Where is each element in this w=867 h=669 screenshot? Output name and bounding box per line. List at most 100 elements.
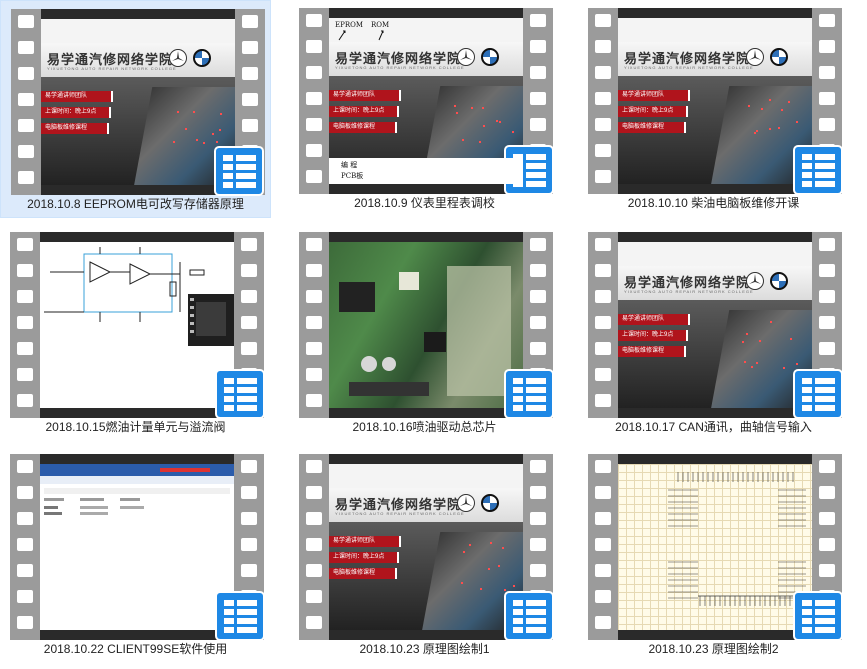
banner-tag: 易学通讲师团队 (329, 90, 401, 101)
photo-led (193, 111, 195, 113)
video-icon-cell (802, 618, 812, 624)
film-hole (306, 92, 322, 105)
film-hole (242, 41, 258, 54)
video-thumbnail-item[interactable]: 2018.10.15燃油计量单元与溢流阀 (0, 224, 271, 442)
photo-led (490, 542, 492, 544)
banner-header-strip (618, 242, 812, 266)
thumbnail-preview: 易学通汽修网络学院 YIXUETONG AUTO REPAIR NETWORK C… (41, 19, 235, 185)
video-icon-cell (513, 396, 523, 402)
film-hole (595, 368, 611, 381)
bmw-logo-icon (770, 272, 788, 290)
film-hole (17, 342, 33, 355)
video-thumbnail-item[interactable]: 2018.10.16喷油驱动总芯片 (289, 224, 560, 442)
label-eprom: EPROM (335, 21, 363, 29)
video-icon-cell (526, 181, 546, 187)
photo-led (796, 363, 798, 365)
film-hole (306, 342, 322, 355)
film-hole (819, 538, 835, 551)
photo-led (778, 127, 780, 129)
video-icon-cell (526, 378, 546, 384)
label-rom: ROM (371, 21, 389, 29)
film-hole (530, 486, 546, 499)
film-hole (819, 564, 835, 577)
bmw-logo-icon (481, 48, 499, 66)
circuit-board-photo (329, 242, 523, 408)
photo-led (483, 125, 485, 127)
film-hole (530, 238, 546, 251)
film-hole (530, 66, 546, 79)
video-icon-cell (802, 609, 812, 615)
photo-led (496, 120, 498, 122)
film-hole (306, 66, 322, 79)
photo-led (479, 141, 481, 143)
video-thumbnail-item[interactable]: 易学通汽修网络学院 YIXUETONG AUTO REPAIR NETWORK C… (0, 0, 271, 218)
banner-subtitle: YIXUETONG AUTO REPAIR NETWORK COLLEGE (335, 511, 465, 516)
film-hole (595, 316, 611, 329)
video-thumbnail-item[interactable]: 易学通汽修网络学院 YIXUETONG AUTO REPAIR NETWORK C… (578, 0, 849, 218)
video-thumbnail-item[interactable]: 易学通汽修网络学院 YIXUETONG AUTO REPAIR NETWORK C… (578, 224, 849, 442)
film-hole (18, 119, 34, 132)
banner-lower-panel: 易学通讲师团队 上课时间：晚上9点 电脑板维修课程 (618, 76, 812, 184)
film-hole (306, 616, 322, 629)
photo-led (788, 101, 790, 103)
video-icon-cell (513, 378, 523, 384)
photo-led (462, 139, 464, 141)
video-icon-cell (802, 378, 812, 384)
film-hole (530, 342, 546, 355)
film-hole (241, 290, 257, 303)
banner-tag: 上课时间：晚上9点 (329, 106, 399, 117)
video-icon-cell (802, 600, 812, 606)
film-hole (306, 14, 322, 27)
video-thumbnail-item[interactable]: 易学通汽修网络学院 YIXUETONG AUTO REPAIR NETWORK C… (289, 0, 560, 218)
banner-tag: 易学通讲师团队 (618, 314, 690, 325)
video-icon-cell (815, 627, 835, 633)
photo-led (456, 112, 458, 114)
video-thumbnail-item[interactable]: 2018.10.23 原理图绘制2 (578, 446, 849, 664)
photo-led (480, 588, 482, 590)
film-hole (595, 40, 611, 53)
video-icon-cell (224, 618, 234, 624)
film-hole (819, 264, 835, 277)
video-icon-cell (526, 627, 546, 633)
video-thumbnail-item[interactable]: 易学通汽修网络学院 YIXUETONG AUTO REPAIR NETWORK C… (289, 446, 560, 664)
video-icon-cell (237, 627, 257, 633)
film-hole (819, 290, 835, 303)
file-name-label: 2018.10.10 柴油电脑板维修开课 (578, 194, 849, 211)
video-file-icon (795, 147, 841, 193)
film-hole (241, 512, 257, 525)
video-icon-cell (815, 396, 835, 402)
video-icon-cell (223, 182, 233, 188)
film-hole (306, 590, 322, 603)
video-icon-cell (223, 155, 233, 161)
video-icon-cell (815, 405, 835, 411)
film-hole (306, 394, 322, 407)
mercedes-logo-icon (746, 272, 764, 290)
film-hole (595, 238, 611, 251)
banner-tag: 电脑板维修课程 (618, 122, 686, 133)
video-thumbnail-item[interactable]: 2018.10.22 CLIENT99SE软件使用 (0, 446, 271, 664)
film-perforation-left (299, 8, 329, 194)
photo-led (488, 568, 490, 570)
film-hole (241, 486, 257, 499)
video-icon-cell (513, 609, 523, 615)
photo-led (781, 109, 783, 111)
video-icon-cell (815, 181, 835, 187)
film-hole (306, 564, 322, 577)
video-icon-cell (513, 387, 523, 393)
video-icon-cell (513, 627, 523, 633)
file-name-label: 2018.10.16喷油驱动总芯片 (289, 418, 560, 435)
banner-title-bar: 易学通汽修网络学院 YIXUETONG AUTO REPAIR NETWORK C… (618, 266, 812, 300)
banner-header-strip (618, 18, 812, 42)
film-hole (17, 394, 33, 407)
photo-led (769, 99, 771, 101)
film-hole (595, 14, 611, 27)
film-hole (530, 118, 546, 131)
film-hole (241, 316, 257, 329)
banner-subtitle: YIXUETONG AUTO REPAIR NETWORK COLLEGE (624, 65, 754, 70)
film-hole (530, 92, 546, 105)
film-hole (819, 92, 835, 105)
film-hole (306, 264, 322, 277)
thumbnail-preview (618, 464, 812, 630)
film-hole (306, 238, 322, 251)
film-hole (819, 66, 835, 79)
